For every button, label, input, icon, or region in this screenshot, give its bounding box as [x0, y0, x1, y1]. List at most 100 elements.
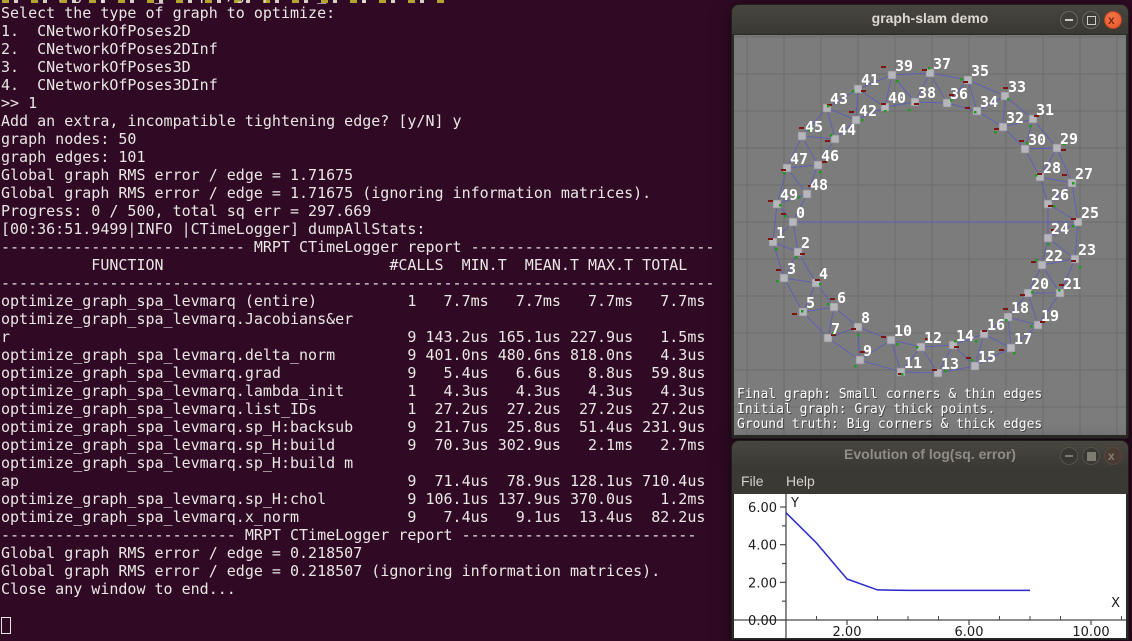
final-graph-marker-red: [1019, 140, 1024, 142]
final-graph-marker-red: [792, 313, 797, 315]
graph-node-label: 48: [810, 176, 828, 194]
plot-window-titlebar[interactable]: Evolution of log(sq. error) x: [732, 441, 1128, 471]
graph-node-label: 30: [1028, 131, 1046, 149]
y-tick-label: 4.00: [748, 539, 777, 554]
y-tick-label: 0.00: [748, 614, 777, 629]
final-graph-marker-red: [830, 298, 835, 300]
final-graph-marker-red: [954, 346, 959, 348]
final-graph-marker-green: [974, 111, 977, 114]
graph-edge: [915, 102, 947, 103]
graph-node-label: 24: [1051, 220, 1069, 238]
graph-render: 0123456789101112131415161718192021222324…: [734, 35, 1126, 435]
maximize-button[interactable]: [1082, 447, 1100, 465]
error-plot-viewport[interactable]: 0.002.004.006.002.006.0010.00YX: [734, 494, 1126, 638]
final-graph-marker-green: [1053, 205, 1056, 208]
graph-edge: [828, 338, 860, 360]
final-graph-marker-green: [827, 303, 830, 306]
error-plot-render: 0.002.004.006.002.006.0010.00YX: [734, 494, 1126, 638]
maximize-button[interactable]: [1082, 11, 1100, 29]
graph-node-label: 20: [1031, 275, 1049, 293]
graph-node-label: 10: [894, 322, 912, 340]
final-graph-marker-green: [1035, 174, 1038, 177]
graph-node-label: 6: [837, 289, 846, 307]
final-graph-marker-red: [1061, 149, 1066, 151]
graph-node-label: 17: [1014, 330, 1032, 348]
minimize-button[interactable]: [1060, 11, 1078, 29]
graph-node-label: 46: [821, 147, 839, 165]
graph-node-label: 31: [1036, 101, 1054, 119]
final-graph-marker-green: [1013, 352, 1016, 355]
minimize-icon: [1061, 12, 1077, 28]
graph-node-label: 7: [831, 320, 840, 338]
final-graph-marker-green: [784, 215, 787, 218]
graph-node-label: 45: [805, 118, 823, 136]
terminal-cursor: [1, 617, 11, 634]
close-button[interactable]: x: [1104, 11, 1122, 29]
final-graph-marker-green: [801, 310, 804, 313]
final-graph-marker-red: [966, 357, 971, 359]
final-graph-marker-green: [1047, 243, 1050, 246]
terminal-window[interactable]: 00:36 $ graphslam_example/graphslam_exam…: [0, 0, 731, 641]
graph-node-label: 43: [830, 90, 848, 108]
final-graph-marker-green: [1058, 289, 1061, 292]
graph-node-label: 39: [895, 57, 913, 75]
graph-node-label: 38: [918, 84, 936, 102]
y-axis-title: Y: [790, 496, 799, 511]
graph-node-label: 4: [819, 265, 828, 283]
graph-node-label: 32: [1006, 109, 1024, 127]
final-graph-marker-green: [1005, 319, 1008, 322]
graph-node-label: 1: [776, 224, 785, 242]
graph-slam-demo-window: graph-slam demo x 0123456789101112131415…: [731, 4, 1129, 439]
final-graph-marker-red: [781, 213, 786, 215]
y-tick-label: 2.00: [748, 576, 777, 591]
maximize-icon: [1083, 448, 1099, 464]
graph-node-label: 18: [1011, 299, 1029, 317]
final-graph-marker-green: [928, 67, 931, 70]
graph-edge: [798, 252, 816, 283]
graph-node-label: 11: [904, 354, 922, 372]
final-graph-marker-green: [776, 280, 779, 283]
graph-node-label: 44: [838, 121, 856, 139]
close-button[interactable]: x: [1104, 447, 1122, 465]
graph-node-label: 3: [787, 260, 796, 278]
final-graph-marker-red: [1062, 174, 1067, 176]
graph-node-label: 23: [1078, 241, 1096, 259]
graph-3d-viewport[interactable]: 0123456789101112131415161718192021222324…: [734, 35, 1126, 435]
menu-help[interactable]: Help: [777, 470, 824, 492]
graph-node-label: 13: [941, 355, 959, 373]
final-graph-marker-green: [775, 248, 778, 251]
final-graph-marker-red: [800, 253, 805, 255]
graph-node-label: 25: [1081, 204, 1099, 222]
final-graph-marker-red: [768, 238, 773, 240]
maximize-icon: [1083, 12, 1099, 28]
graph-edge: [1072, 183, 1078, 222]
graph-node-label: 15: [978, 348, 996, 366]
close-icon: x: [1105, 12, 1121, 28]
graph-node-label: 47: [790, 150, 808, 168]
final-graph-marker-red: [1003, 308, 1008, 310]
graph-node-label: 42: [859, 102, 877, 120]
graph-node-label: 28: [1043, 159, 1061, 177]
graph-window-titlebar[interactable]: graph-slam demo x: [732, 5, 1128, 35]
graph-node-label: 37: [933, 55, 951, 73]
final-graph-marker-red: [932, 369, 937, 371]
menu-file[interactable]: File: [732, 470, 773, 492]
final-graph-marker-red: [881, 336, 886, 338]
close-icon: x: [1105, 448, 1121, 464]
graph-node-label: 41: [861, 71, 879, 89]
final-graph-marker-red: [999, 349, 1004, 351]
x-tick-label: 10.00: [1072, 625, 1109, 638]
final-graph-marker-red: [825, 140, 830, 142]
minimize-button[interactable]: [1060, 447, 1078, 465]
final-graph-marker-red: [768, 200, 773, 202]
final-graph-marker-green: [1072, 225, 1075, 228]
graph-node-label: 22: [1045, 247, 1063, 265]
graph-node-label: 2: [801, 234, 810, 252]
graph-node-label: 27: [1075, 165, 1093, 183]
final-graph-marker-green: [975, 340, 978, 343]
graph-node-label: 9: [863, 342, 872, 360]
final-graph-marker-green: [1035, 259, 1038, 262]
terminal-output: 00:36 $ graphslam_example/graphslam_exam…: [1, 0, 714, 598]
final-graph-marker-red: [914, 103, 919, 105]
final-graph-marker-green: [901, 373, 904, 376]
